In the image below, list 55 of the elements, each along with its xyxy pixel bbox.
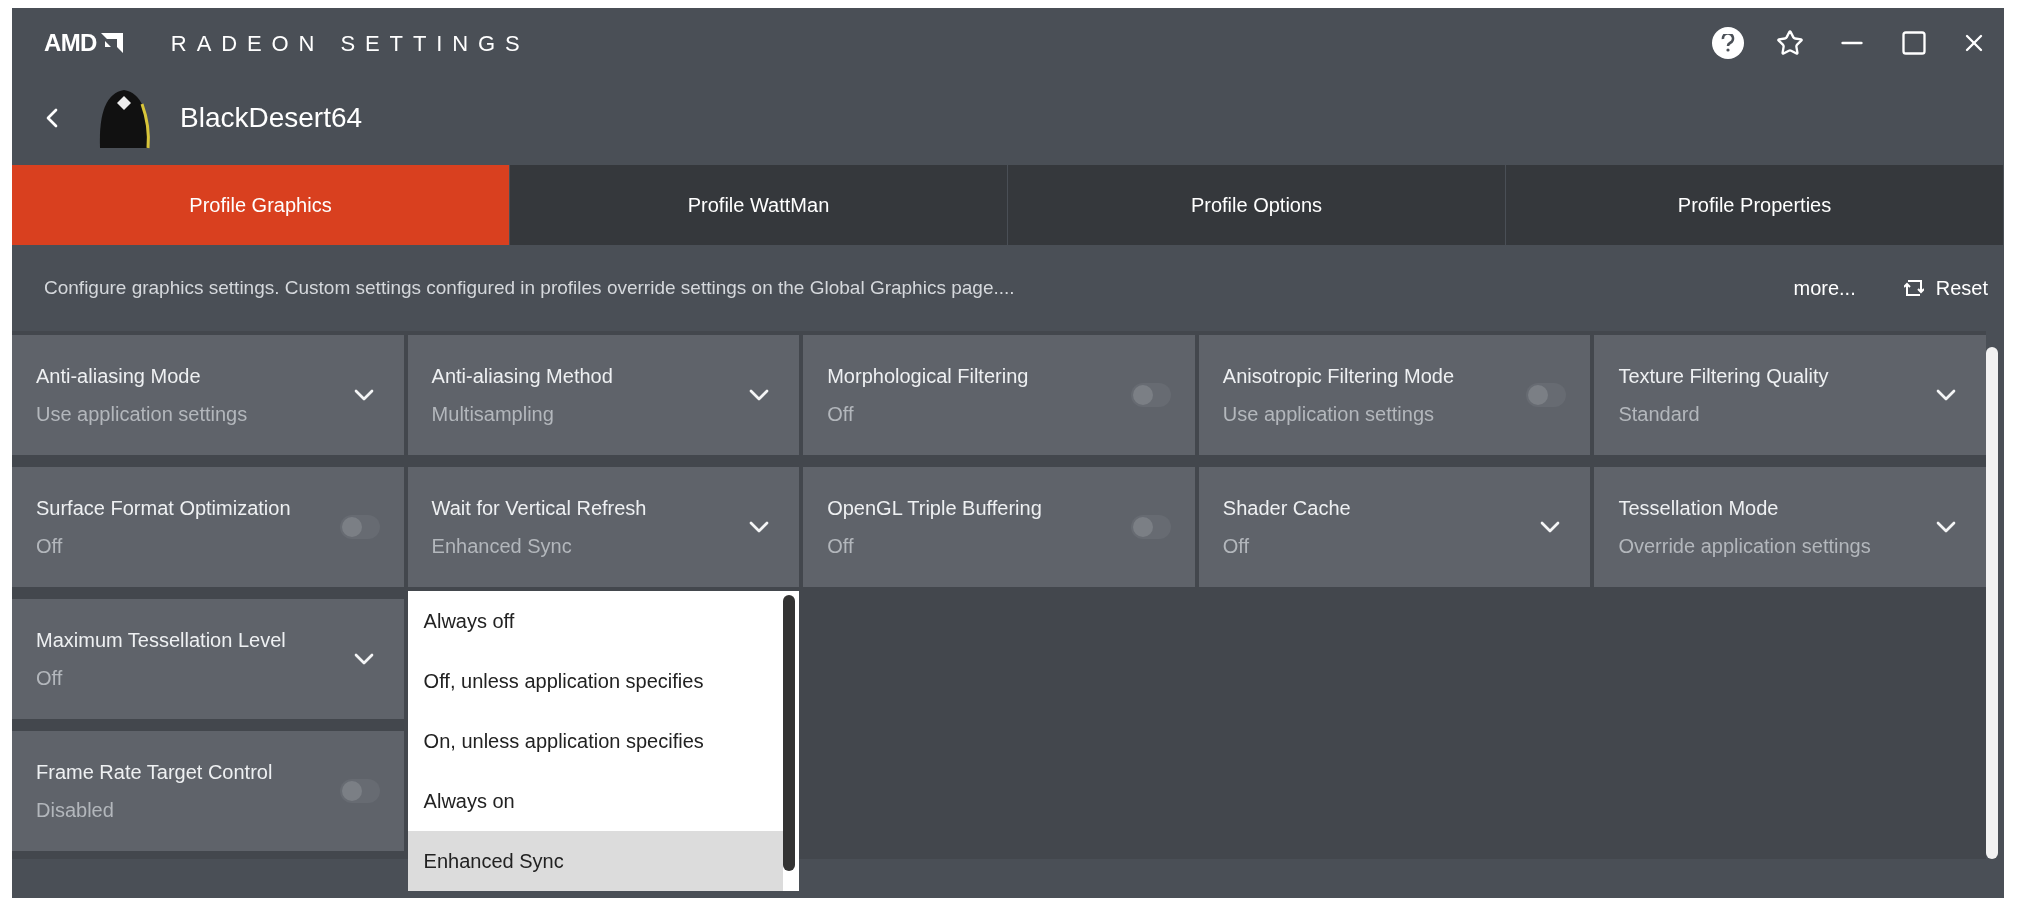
arrow-logo-icon bbox=[100, 33, 123, 53]
setting-title: Wait for Vertical Refresh bbox=[431, 496, 648, 521]
setting-tile[interactable]: Surface Format Optimization Off bbox=[12, 467, 404, 587]
toggle-switch[interactable] bbox=[1130, 515, 1171, 539]
setting-tile[interactable]: Frame Rate Target Control Disabled bbox=[12, 731, 404, 851]
toggle-switch[interactable] bbox=[1526, 383, 1567, 407]
app-title: RADEON SETTINGS bbox=[170, 29, 530, 58]
setting-value: Override application settings bbox=[1618, 534, 1872, 559]
setting-value: Enhanced Sync bbox=[431, 534, 573, 559]
setting-title: Tessellation Mode bbox=[1618, 496, 1780, 521]
setting-title: OpenGL Triple Buffering bbox=[827, 496, 1043, 521]
toggle-switch[interactable] bbox=[1130, 383, 1171, 407]
setting-value: Off bbox=[36, 534, 64, 559]
setting-value: Disabled bbox=[36, 798, 115, 823]
toggle-switch[interactable] bbox=[339, 515, 380, 539]
reset-button[interactable]: Reset bbox=[1903, 273, 1988, 303]
help-icon[interactable] bbox=[1712, 27, 1744, 59]
setting-value: Use application settings bbox=[36, 402, 249, 427]
dropdown-option[interactable]: Enhanced Sync bbox=[407, 831, 784, 891]
setting-tile[interactable]: Morphological Filtering Off bbox=[803, 335, 1195, 455]
setting-value: Off bbox=[1222, 534, 1251, 559]
page-scrollbar[interactable] bbox=[1986, 347, 1998, 859]
setting-title: Anti-aliasing Mode bbox=[36, 364, 202, 389]
setting-title: Morphological Filtering bbox=[827, 364, 1030, 389]
setting-title: Anti-aliasing Method bbox=[431, 364, 614, 389]
setting-tile[interactable]: Texture Filtering Quality Standard bbox=[1594, 335, 1986, 455]
setting-tile[interactable]: Tessellation Mode Override application settings bbox=[1594, 467, 1986, 587]
star-icon[interactable] bbox=[1776, 29, 1804, 57]
setting-value: Off bbox=[827, 534, 855, 559]
toggle-switch[interactable] bbox=[339, 779, 380, 803]
maximize-icon[interactable] bbox=[1900, 29, 1928, 57]
more-link[interactable]: more... bbox=[1793, 273, 1856, 303]
profile-name: BlackDesert64 bbox=[180, 101, 363, 135]
setting-title: Anisotropic Filtering Mode bbox=[1222, 364, 1455, 389]
reset-icon bbox=[1903, 278, 1924, 298]
setting-tile[interactable]: Maximum Tessellation Level Off bbox=[12, 599, 404, 719]
setting-tile[interactable]: Anti-aliasing Method Multisampling bbox=[407, 335, 800, 455]
setting-value: Off bbox=[827, 402, 855, 427]
setting-title: Shader Cache bbox=[1222, 496, 1352, 521]
setting-value: Multisampling bbox=[431, 402, 555, 427]
setting-title: Surface Format Optimization bbox=[36, 496, 292, 521]
setting-title: Texture Filtering Quality bbox=[1618, 364, 1830, 389]
setting-value: Use application settings bbox=[1222, 402, 1436, 427]
scrollbar[interactable] bbox=[783, 595, 796, 871]
setting-title: Maximum Tessellation Level bbox=[36, 628, 287, 653]
amd-logo-text: AMD bbox=[44, 28, 97, 58]
setting-tile[interactable]: OpenGL Triple Buffering Off bbox=[803, 467, 1195, 587]
setting-tile[interactable]: Shader Cache Off bbox=[1198, 467, 1591, 587]
setting-tile[interactable]: Anti-aliasing Mode Use application settings bbox=[12, 335, 404, 455]
setting-value: Standard bbox=[1618, 402, 1701, 427]
setting-tile[interactable]: Anisotropic Filtering Mode Use application settings bbox=[1198, 335, 1591, 455]
tab[interactable]: Profile Graphics bbox=[12, 165, 510, 245]
setting-value: Off bbox=[36, 666, 64, 691]
setting-title: Frame Rate Target Control bbox=[36, 760, 274, 785]
description-text: Configure graphics settings. Custom settings configured in profiles override settings on the Global Graphics page.... bbox=[44, 275, 1015, 300]
